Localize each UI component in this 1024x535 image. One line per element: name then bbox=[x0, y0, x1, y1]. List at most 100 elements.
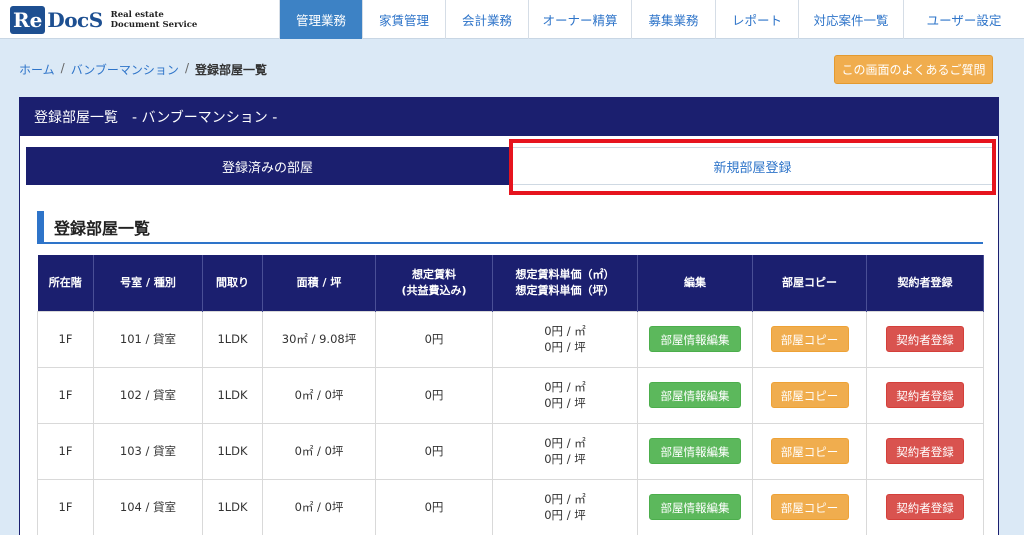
logo-word: DocS bbox=[47, 8, 103, 32]
cell-floor: 1F bbox=[37, 478, 94, 535]
edit-room-button[interactable]: 部屋情報編集 bbox=[649, 438, 741, 464]
header-area: 面積 / 坪 bbox=[262, 255, 376, 311]
cell-copy: 部屋コピー bbox=[752, 310, 867, 368]
cell-layout: 1LDK bbox=[202, 310, 263, 368]
edit-room-button[interactable]: 部屋情報編集 bbox=[649, 494, 741, 520]
nav-rent[interactable]: 家賃管理 bbox=[362, 0, 445, 39]
unit-price-tsubo: 0円 / 坪 bbox=[544, 396, 586, 410]
cell-rent: 0円 bbox=[375, 422, 493, 480]
edit-room-button[interactable]: 部屋情報編集 bbox=[649, 382, 741, 408]
cell-unit-price: 0円 / ㎡ 0円 / 坪 bbox=[492, 422, 638, 480]
breadcrumb-property[interactable]: バンブーマンション bbox=[71, 61, 179, 78]
table-row: 1F 103 / 貸室 1LDK 0㎡ / 0坪 0円 0円 / ㎡ 0円 / 坪… bbox=[37, 422, 984, 480]
header-rent-line2: (共益費込み) bbox=[401, 283, 467, 297]
header-edit: 編集 bbox=[637, 255, 753, 311]
header-layout: 間取り bbox=[202, 255, 263, 311]
register-contractor-button[interactable]: 契約者登録 bbox=[886, 382, 964, 408]
nav-report[interactable]: レポート bbox=[715, 0, 798, 39]
breadcrumb: ホーム / バンブーマンション / 登録部屋一覧 bbox=[19, 61, 267, 78]
logo-mark: Re bbox=[10, 6, 46, 34]
header-unit-line2: 想定賃料単価（坪） bbox=[515, 283, 615, 297]
unit-price-tsubo: 0円 / 坪 bbox=[544, 452, 586, 466]
header-room: 号室 / 種別 bbox=[93, 255, 203, 311]
breadcrumb-current: 登録部屋一覧 bbox=[194, 63, 267, 77]
table-row: 1F 104 / 貸室 1LDK 0㎡ / 0坪 0円 0円 / ㎡ 0円 / 坪… bbox=[37, 478, 984, 535]
top-bar: Re DocS Real estate Document Service 管理業… bbox=[0, 0, 1024, 39]
cell-layout: 1LDK bbox=[202, 422, 263, 480]
cell-copy: 部屋コピー bbox=[752, 422, 867, 480]
cell-area: 0㎡ / 0坪 bbox=[262, 478, 376, 535]
nav-management[interactable]: 管理業務 bbox=[279, 0, 362, 39]
breadcrumb-separator: / bbox=[184, 61, 189, 75]
unit-price-m2: 0円 / ㎡ bbox=[544, 380, 586, 394]
header-unit-line1: 想定賃料単価（㎡） bbox=[515, 267, 615, 281]
unit-price-tsubo: 0円 / 坪 bbox=[544, 508, 586, 522]
breadcrumb-home[interactable]: ホーム bbox=[19, 61, 55, 78]
header-copy: 部屋コピー bbox=[752, 255, 867, 311]
copy-room-button[interactable]: 部屋コピー bbox=[770, 382, 849, 408]
logo-tagline: Real estate Document Service bbox=[111, 10, 198, 30]
cell-area: 30㎡ / 9.08坪 bbox=[262, 310, 376, 368]
table-header-row: 所在階 号室 / 種別 間取り 面積 / 坪 想定賃料 (共益費込み) 想定賃料単… bbox=[37, 255, 984, 311]
header-rent: 想定賃料 (共益費込み) bbox=[375, 255, 493, 311]
cell-floor: 1F bbox=[37, 422, 94, 480]
redocs-logo[interactable]: Re DocS Real estate Document Service bbox=[10, 5, 197, 35]
rooms-panel: 登録部屋一覧 - バンブーマンション - 登録済みの部屋 新規部屋登録 登録部屋… bbox=[19, 97, 999, 535]
cell-layout: 1LDK bbox=[202, 478, 263, 535]
cell-room: 104 / 貸室 bbox=[93, 478, 203, 535]
tab-new-room[interactable]: 新規部屋登録 bbox=[511, 147, 994, 185]
unit-price-m2: 0円 / ㎡ bbox=[544, 492, 586, 506]
nav-user-settings[interactable]: ユーザー設定 bbox=[903, 0, 1024, 39]
cell-area: 0㎡ / 0坪 bbox=[262, 366, 376, 424]
cell-room: 102 / 貸室 bbox=[93, 366, 203, 424]
cell-room: 101 / 貸室 bbox=[93, 310, 203, 368]
edit-room-button[interactable]: 部屋情報編集 bbox=[649, 326, 741, 352]
cell-edit: 部屋情報編集 bbox=[637, 478, 753, 535]
copy-room-button[interactable]: 部屋コピー bbox=[770, 438, 849, 464]
cell-rent: 0円 bbox=[375, 478, 493, 535]
copy-room-button[interactable]: 部屋コピー bbox=[770, 326, 849, 352]
cell-unit-price: 0円 / ㎡ 0円 / 坪 bbox=[492, 310, 638, 368]
panel-title: 登録部屋一覧 - バンブーマンション - bbox=[20, 98, 998, 136]
cell-copy: 部屋コピー bbox=[752, 478, 867, 535]
cell-contract: 契約者登録 bbox=[866, 310, 984, 368]
copy-room-button[interactable]: 部屋コピー bbox=[770, 494, 849, 520]
logo-tagline-line2: Document Service bbox=[110, 20, 198, 30]
cell-floor: 1F bbox=[37, 366, 94, 424]
header-floor: 所在階 bbox=[37, 255, 94, 311]
tab-registered-rooms[interactable]: 登録済みの部屋 bbox=[26, 147, 509, 185]
cell-layout: 1LDK bbox=[202, 366, 263, 424]
cell-unit-price: 0円 / ㎡ 0円 / 坪 bbox=[492, 366, 638, 424]
section-title: 登録部屋一覧 bbox=[37, 211, 983, 244]
cell-edit: 部屋情報編集 bbox=[637, 310, 753, 368]
breadcrumb-separator: / bbox=[60, 61, 65, 75]
unit-price-m2: 0円 / ㎡ bbox=[544, 436, 586, 450]
header-rent-line1: 想定賃料 bbox=[412, 267, 456, 281]
cell-room: 103 / 貸室 bbox=[93, 422, 203, 480]
nav-cases[interactable]: 対応案件一覧 bbox=[798, 0, 903, 39]
cell-edit: 部屋情報編集 bbox=[637, 366, 753, 424]
logo-tagline-line1: Real estate bbox=[110, 10, 164, 20]
nav-accounting[interactable]: 会計業務 bbox=[445, 0, 528, 39]
rooms-table: 所在階 号室 / 種別 間取り 面積 / 坪 想定賃料 (共益費込み) 想定賃料単… bbox=[37, 255, 984, 535]
table-row: 1F 102 / 貸室 1LDK 0㎡ / 0坪 0円 0円 / ㎡ 0円 / 坪… bbox=[37, 366, 984, 424]
nav-owner-settlement[interactable]: オーナー精算 bbox=[528, 0, 631, 39]
unit-price-tsubo: 0円 / 坪 bbox=[544, 340, 586, 354]
table-row: 1F 101 / 貸室 1LDK 30㎡ / 9.08坪 0円 0円 / ㎡ 0円… bbox=[37, 310, 984, 368]
cell-rent: 0円 bbox=[375, 366, 493, 424]
register-contractor-button[interactable]: 契約者登録 bbox=[886, 438, 964, 464]
cell-contract: 契約者登録 bbox=[866, 422, 984, 480]
cell-copy: 部屋コピー bbox=[752, 366, 867, 424]
cell-area: 0㎡ / 0坪 bbox=[262, 422, 376, 480]
faq-button[interactable]: この画面のよくあるご質問 bbox=[834, 55, 993, 84]
unit-price-m2: 0円 / ㎡ bbox=[544, 324, 586, 338]
nav-recruitment[interactable]: 募集業務 bbox=[631, 0, 715, 39]
header-unit-price: 想定賃料単価（㎡） 想定賃料単価（坪） bbox=[492, 255, 638, 311]
register-contractor-button[interactable]: 契約者登録 bbox=[886, 326, 964, 352]
cell-contract: 契約者登録 bbox=[866, 366, 984, 424]
cell-edit: 部屋情報編集 bbox=[637, 422, 753, 480]
main-nav: 管理業務 家賃管理 会計業務 オーナー精算 募集業務 レポート 対応案件一覧 ユ… bbox=[279, 0, 1024, 39]
register-contractor-button[interactable]: 契約者登録 bbox=[886, 494, 964, 520]
cell-unit-price: 0円 / ㎡ 0円 / 坪 bbox=[492, 478, 638, 535]
header-contract: 契約者登録 bbox=[866, 255, 984, 311]
